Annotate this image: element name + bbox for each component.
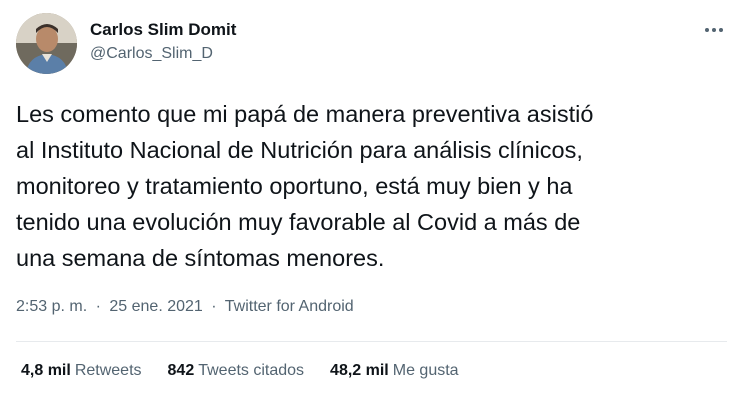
avatar[interactable] xyxy=(16,13,77,74)
quote-tweets-stat[interactable]: 842 Tweets citados xyxy=(168,362,305,380)
tweet-text-line: una semana de síntomas menores. xyxy=(16,245,385,271)
more-dot xyxy=(712,28,716,32)
retweets-label: Retweets xyxy=(74,362,142,379)
quote-tweets-count: 842 xyxy=(167,362,195,379)
tweet-text-line: monitoreo y tratamiento oportuno, está m… xyxy=(16,173,573,199)
tweet-source-link[interactable]: Twitter for Android xyxy=(225,298,354,315)
tweet-meta: 2:53 p. m. · 25 ene. 2021 · Twitter for … xyxy=(16,298,354,316)
author-display-name[interactable]: Carlos Slim Domit xyxy=(90,20,236,40)
more-dot xyxy=(705,28,709,32)
retweets-count: 4,8 mil xyxy=(21,362,71,379)
tweet-date-link[interactable]: 25 ene. 2021 xyxy=(109,298,202,315)
meta-separator: · xyxy=(211,298,217,315)
divider xyxy=(16,341,727,342)
tweet-time-link[interactable]: 2:53 p. m. xyxy=(16,298,87,315)
retweets-stat[interactable]: 4,8 mil Retweets xyxy=(21,362,142,380)
meta-separator: · xyxy=(95,298,101,315)
tweet-card: Carlos Slim Domit @Carlos_Slim_D Les com… xyxy=(0,0,743,403)
profile-photo-icon xyxy=(16,13,77,74)
likes-count: 48,2 mil xyxy=(330,362,389,379)
tweet-stats: 4,8 mil Retweets 842 Tweets citados 48,2 m… xyxy=(21,362,485,380)
tweet-text: Les comento que mi papá de manera preven… xyxy=(16,96,728,276)
more-dot xyxy=(719,28,723,32)
tweet-text-line: al Instituto Nacional de Nutrición para … xyxy=(16,137,583,163)
author-handle[interactable]: @Carlos_Slim_D xyxy=(90,45,213,63)
more-options-icon[interactable] xyxy=(697,18,731,42)
likes-label: Me gusta xyxy=(392,362,459,379)
tweet-text-line: Les comento que mi papá de manera preven… xyxy=(16,101,594,127)
quote-tweets-label: Tweets citados xyxy=(198,362,305,379)
likes-stat[interactable]: 48,2 mil Me gusta xyxy=(330,362,459,380)
tweet-text-line: tenido una evolución muy favorable al Co… xyxy=(16,209,581,235)
